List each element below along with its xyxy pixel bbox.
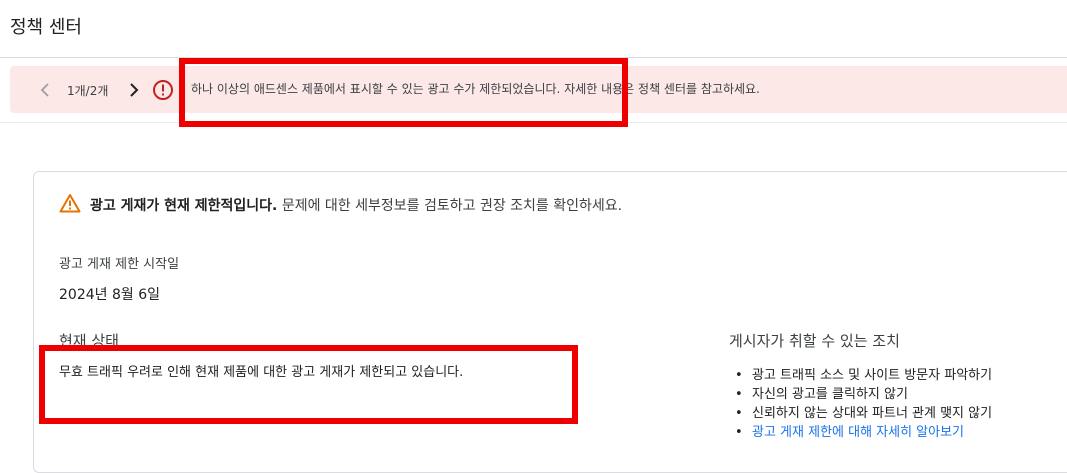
learn-more-link[interactable]: 광고 게재 제한에 대해 자세히 알아보기: [735, 423, 992, 442]
page-title: 정책 센터: [10, 17, 82, 38]
chevron-right-icon[interactable]: [127, 80, 141, 100]
list-item: 신뢰하지 않는 상대와 파트너 관계 맺지 않기: [735, 404, 992, 423]
start-date-value: 2024년 8월 6일: [59, 287, 160, 303]
warning-message: 광고 게재가 현재 제한적입니다. 문제에 대한 세부정보를 검토하고 권장 조…: [90, 195, 622, 215]
warning-bold: 광고 게재가 현재 제한적입니다.: [90, 198, 278, 214]
warning-rest: 문제에 대한 세부정보를 검토하고 권장 조치를 확인하세요.: [277, 198, 623, 214]
annotation-box-status: [39, 345, 578, 424]
actions-heading: 게시자가 취할 수 있는 조치: [729, 332, 900, 350]
list-item: 자신의 광고를 클릭하지 않기: [735, 385, 992, 404]
start-date-label: 광고 게재 제한 시작일: [59, 257, 180, 272]
chevron-left-icon[interactable]: [38, 80, 52, 100]
error-icon: [152, 79, 174, 101]
list-item: 광고 트래픽 소스 및 사이트 방문자 파악하기: [735, 366, 992, 385]
alert-pager: 1개/2개: [67, 84, 109, 98]
actions-list: 광고 트래픽 소스 및 사이트 방문자 파악하기 자신의 광고를 클릭하지 않기…: [735, 366, 992, 442]
warning-icon: [59, 193, 81, 213]
annotation-box-alert: [179, 58, 628, 127]
